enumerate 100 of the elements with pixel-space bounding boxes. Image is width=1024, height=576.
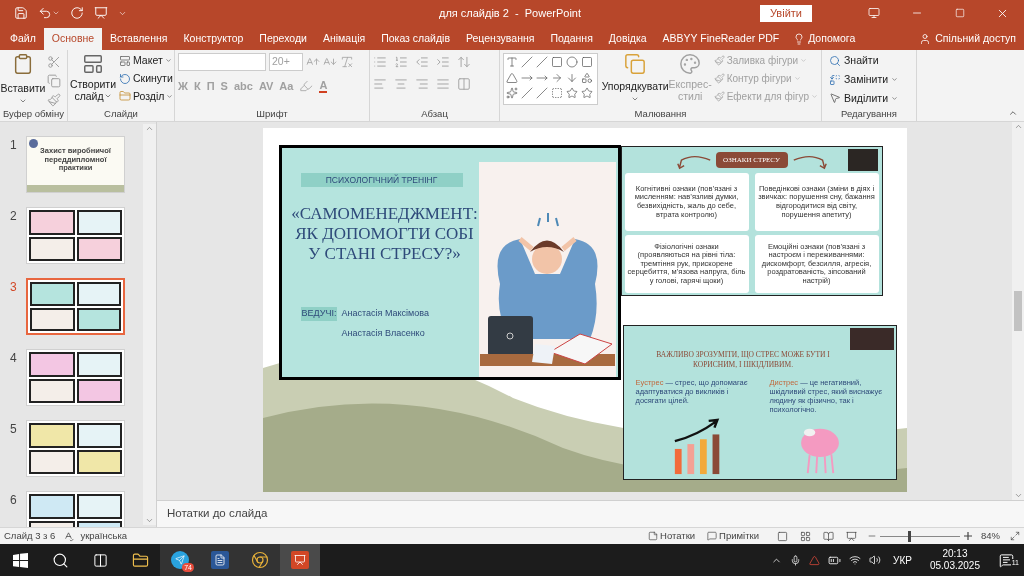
scrollbar[interactable] xyxy=(1012,122,1024,500)
shape-icon[interactable] xyxy=(506,71,518,84)
slideshow-icon[interactable] xyxy=(846,530,857,542)
share-link[interactable]: Спільний доступ xyxy=(935,31,1016,47)
save-icon[interactable] xyxy=(14,6,28,20)
shape-icon[interactable] xyxy=(580,71,593,84)
microphone-icon[interactable] xyxy=(790,554,802,566)
find-button[interactable]: Знайти xyxy=(829,53,899,69)
presentation-app-icon[interactable] xyxy=(291,551,309,569)
scroll-thumb[interactable] xyxy=(1014,291,1022,331)
shape-icon[interactable] xyxy=(535,56,548,68)
ribbon-tab[interactable]: Основне xyxy=(43,28,103,50)
slide-number: 6 xyxy=(9,492,18,509)
replace-icon xyxy=(829,73,841,86)
highlighter-icon[interactable] xyxy=(299,79,314,94)
caret-icon[interactable] xyxy=(52,9,60,17)
clear-formatting-icon[interactable] xyxy=(340,55,354,69)
shape-icon[interactable] xyxy=(550,71,563,84)
select-button[interactable]: Виділити xyxy=(829,90,899,107)
lightbulb-icon[interactable] xyxy=(793,33,806,45)
slide-thumbnail[interactable] xyxy=(26,207,125,264)
group-label: Буфер обміну xyxy=(3,107,64,121)
spelling-icon[interactable] xyxy=(63,530,75,542)
shape-icon[interactable] xyxy=(580,56,593,68)
person-icon[interactable] xyxy=(919,33,932,45)
ribbon-tab[interactable]: Переходи xyxy=(251,28,315,50)
ribbon-tab[interactable]: ABBYY FineReader PDF xyxy=(654,28,788,50)
input-language[interactable]: УКР xyxy=(893,552,912,568)
collapse-ribbon-icon[interactable] xyxy=(1008,108,1018,118)
slide-thumbnail[interactable] xyxy=(26,420,125,477)
clock-time[interactable]: 20:13 xyxy=(942,548,968,560)
shape-icon[interactable] xyxy=(535,87,548,100)
scroll-up-icon xyxy=(1013,122,1023,131)
browser-icon[interactable] xyxy=(251,551,269,569)
section-button[interactable]: Розділ xyxy=(119,88,174,105)
paste-button[interactable]: Вставити xyxy=(3,53,43,105)
slide-title: ЯК ДОПОМОГТИ СОБІ xyxy=(295,224,474,244)
ribbon-tab[interactable]: Довідка xyxy=(600,28,655,50)
ribbon-tab[interactable]: Конструктор xyxy=(175,28,252,50)
fit-to-window-icon[interactable] xyxy=(1010,531,1020,541)
slide-thumbnail[interactable] xyxy=(26,278,125,335)
tell-me-link[interactable]: Допомога xyxy=(808,31,856,47)
copy-icon[interactable] xyxy=(47,74,61,88)
zoom-slider[interactable] xyxy=(880,530,960,542)
slide-sorter-icon[interactable] xyxy=(800,530,811,542)
task-view-icon[interactable] xyxy=(92,552,108,568)
shape-icon[interactable] xyxy=(565,87,578,100)
comments-button[interactable]: Примітки xyxy=(707,528,759,544)
sign-in-button[interactable]: Увійти xyxy=(760,4,812,22)
volume-icon[interactable] xyxy=(869,554,882,566)
clock-date[interactable]: 05.03.2025 xyxy=(929,560,980,572)
scrollbar[interactable] xyxy=(143,124,156,525)
slide-thumbnail[interactable] xyxy=(26,349,125,406)
maximize-icon[interactable] xyxy=(954,8,965,18)
notes-button[interactable]: Нотатки xyxy=(648,528,696,544)
undo-icon[interactable] xyxy=(38,6,52,20)
shape-icon[interactable] xyxy=(520,87,533,100)
normal-view-icon[interactable] xyxy=(777,530,788,542)
brush-icon xyxy=(713,55,725,66)
presentation-icon[interactable] xyxy=(94,6,108,20)
shape-icon[interactable] xyxy=(506,56,518,68)
kicker-text: ПСИХОЛОГІЧНИЙ ТРЕНІНГ xyxy=(325,173,438,187)
layout-button[interactable]: Макет xyxy=(119,53,174,69)
shape-icon[interactable] xyxy=(520,56,533,68)
word-processor-icon[interactable] xyxy=(211,551,229,569)
shape-icon[interactable] xyxy=(506,87,518,100)
ribbon-tab[interactable]: Рецензування xyxy=(457,28,543,50)
stacked-squares-icon xyxy=(624,53,647,75)
zoom-level: 84% xyxy=(981,528,1000,543)
ribbon-display-icon[interactable] xyxy=(867,7,880,19)
shapes-gallery[interactable] xyxy=(503,53,598,105)
search-icon[interactable] xyxy=(51,551,69,569)
ribbon-tab[interactable]: Подання xyxy=(542,28,601,50)
wifi-icon[interactable] xyxy=(849,554,862,566)
shape-icon[interactable] xyxy=(550,56,563,68)
replace-button[interactable]: Замінити xyxy=(829,71,899,88)
comment-icon xyxy=(707,531,718,541)
ribbon-tab[interactable]: Вставлення xyxy=(102,28,176,50)
group-label: Малювання xyxy=(634,107,687,121)
shape-icon[interactable] xyxy=(550,87,563,100)
notifications-icon[interactable] xyxy=(998,552,1014,568)
folder-icon[interactable] xyxy=(131,551,149,569)
tray-app-icon[interactable] xyxy=(809,554,821,566)
reset-button[interactable]: Скинути xyxy=(119,70,174,87)
format-painter-icon[interactable] xyxy=(47,93,61,107)
redo-icon[interactable] xyxy=(70,6,84,20)
ribbon-tab[interactable]: Анімація xyxy=(314,28,374,50)
ribbon-tab[interactable]: Файл xyxy=(2,28,44,50)
document-icon xyxy=(214,554,226,566)
notes-field[interactable]: Нотатки до слайда xyxy=(157,500,1024,527)
pointer-icon xyxy=(829,92,841,105)
shape-icon[interactable] xyxy=(565,71,578,84)
zoom-in-icon[interactable] xyxy=(963,531,973,541)
cut-icon[interactable] xyxy=(47,55,61,69)
reading-view-icon[interactable] xyxy=(823,530,834,542)
ribbon-tab[interactable]: Показ слайдів xyxy=(373,28,458,50)
start-icon[interactable] xyxy=(12,552,28,568)
shape-icon[interactable] xyxy=(565,56,578,68)
new-slide-button[interactable]: Створити слайд xyxy=(71,53,115,102)
shape-icon[interactable] xyxy=(580,87,593,100)
